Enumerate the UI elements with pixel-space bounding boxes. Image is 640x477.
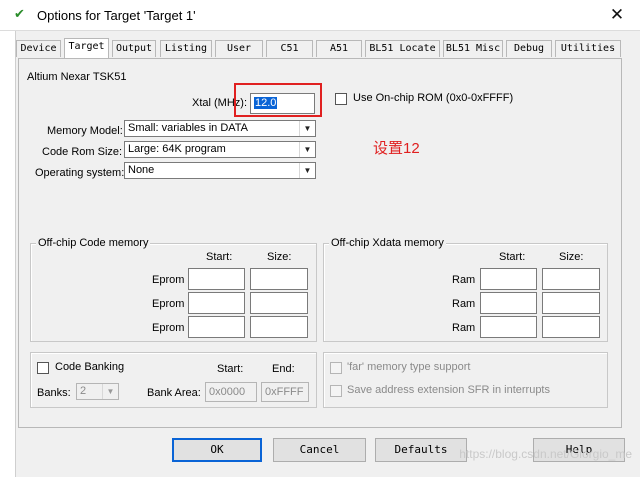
watermark: https://blog.csdn.net/Giorgio_me <box>459 447 632 461</box>
bank-area-end-input[interactable]: 0xFFFF <box>261 382 309 402</box>
close-icon[interactable]: ✕ <box>607 4 627 26</box>
ram-start-input[interactable] <box>480 316 537 338</box>
device-name: Altium Nexar TSK51 <box>27 71 127 83</box>
code-banking-checkbox[interactable] <box>37 362 49 374</box>
os-select[interactable]: None ▼ <box>124 162 316 179</box>
eprom-label: Eprom <box>152 322 185 334</box>
bank-end-header: End: <box>272 363 295 375</box>
bank-area-start-input[interactable]: 0x0000 <box>205 382 257 402</box>
tab-target[interactable]: Target <box>64 38 109 58</box>
code-rom-select[interactable]: Large: 64K program ▼ <box>124 141 316 158</box>
memory-model-value: Small: variables in DATA <box>128 122 249 134</box>
tab-device[interactable]: Device <box>16 40 61 57</box>
os-label: Operating system: <box>35 167 125 179</box>
far-memory-label: 'far' memory type support <box>347 361 471 373</box>
title-bar[interactable]: ✔ Options for Target 'Target 1' ✕ <box>0 0 640 31</box>
onchip-rom-checkbox[interactable] <box>335 93 347 105</box>
tab-a51[interactable]: A51 <box>316 40 362 57</box>
offchip-xdata-title: Off-chip Xdata memory <box>329 237 446 249</box>
code-banking-label: Code Banking <box>55 361 125 373</box>
tab-debug[interactable]: Debug <box>506 40 552 57</box>
save-sfr-label: Save address extension SFR in interrupts <box>347 384 550 396</box>
eprom-start-input[interactable] <box>188 268 245 290</box>
tab-bl51-locate[interactable]: BL51 Locate <box>365 40 440 57</box>
tab-user[interactable]: User <box>215 40 263 57</box>
annotation-text: 设置12 <box>373 140 420 157</box>
ram-label: Ram <box>452 322 476 334</box>
highlight-frame <box>234 83 322 117</box>
eprom-start-input[interactable] <box>188 316 245 338</box>
chevron-down-icon[interactable]: ▼ <box>102 384 118 399</box>
code-rom-value: Large: 64K program <box>128 143 226 155</box>
tab-bar: Device Target Output Listing User C51 A5… <box>16 38 622 59</box>
eprom-label: Eprom <box>152 274 185 286</box>
eprom-size-input[interactable] <box>250 316 308 338</box>
code-size-header: Size: <box>267 251 292 263</box>
tab-bl51-misc[interactable]: BL51 Misc <box>443 40 503 57</box>
keil-target-icon: ✔ <box>14 7 25 22</box>
chevron-down-icon[interactable]: ▼ <box>299 163 315 178</box>
ram-start-input[interactable] <box>480 292 537 314</box>
bank-start-header: Start: <box>217 363 244 375</box>
chevron-down-icon[interactable]: ▼ <box>299 142 315 157</box>
os-value: None <box>128 164 155 176</box>
ram-size-input[interactable] <box>542 292 600 314</box>
ram-label: Ram <box>452 298 476 310</box>
ok-button[interactable]: OK <box>172 438 262 462</box>
eprom-size-input[interactable] <box>250 292 308 314</box>
xdata-size-header: Size: <box>559 251 584 263</box>
banks-label: Banks: <box>37 387 71 399</box>
code-start-header: Start: <box>206 251 233 263</box>
tab-utilities[interactable]: Utilities <box>555 40 621 57</box>
save-sfr-checkbox[interactable] <box>330 385 342 397</box>
ram-size-input[interactable] <box>542 268 600 290</box>
ram-size-input[interactable] <box>542 316 600 338</box>
bank-area-label: Bank Area: <box>147 387 201 399</box>
onchip-rom-label: Use On-chip ROM (0x0-0xFFFF) <box>353 92 514 104</box>
eprom-start-input[interactable] <box>188 292 245 314</box>
code-rom-label: Code Rom Size: <box>42 146 123 158</box>
far-memory-checkbox[interactable] <box>330 362 342 374</box>
xdata-start-header: Start: <box>499 251 526 263</box>
eprom-label: Eprom <box>152 298 185 310</box>
tab-output[interactable]: Output <box>112 40 156 57</box>
eprom-size-input[interactable] <box>250 268 308 290</box>
tab-listing[interactable]: Listing <box>160 40 212 57</box>
offchip-code-title: Off-chip Code memory <box>36 237 151 249</box>
banks-select[interactable]: 2 ▼ <box>76 383 119 400</box>
memory-model-label: Memory Model: <box>47 125 123 137</box>
tab-c51[interactable]: C51 <box>266 40 313 57</box>
ram-label: Ram <box>452 274 476 286</box>
memory-model-select[interactable]: Small: variables in DATA ▼ <box>124 120 316 137</box>
options-dialog: ✔ Options for Target 'Target 1' ✕ Device… <box>0 0 640 477</box>
chevron-down-icon[interactable]: ▼ <box>299 121 315 136</box>
cancel-button[interactable]: Cancel <box>273 438 366 462</box>
window-title: Options for Target 'Target 1' <box>37 8 196 23</box>
defaults-button[interactable]: Defaults <box>375 438 467 462</box>
ram-start-input[interactable] <box>480 268 537 290</box>
banks-value: 2 <box>80 385 87 397</box>
